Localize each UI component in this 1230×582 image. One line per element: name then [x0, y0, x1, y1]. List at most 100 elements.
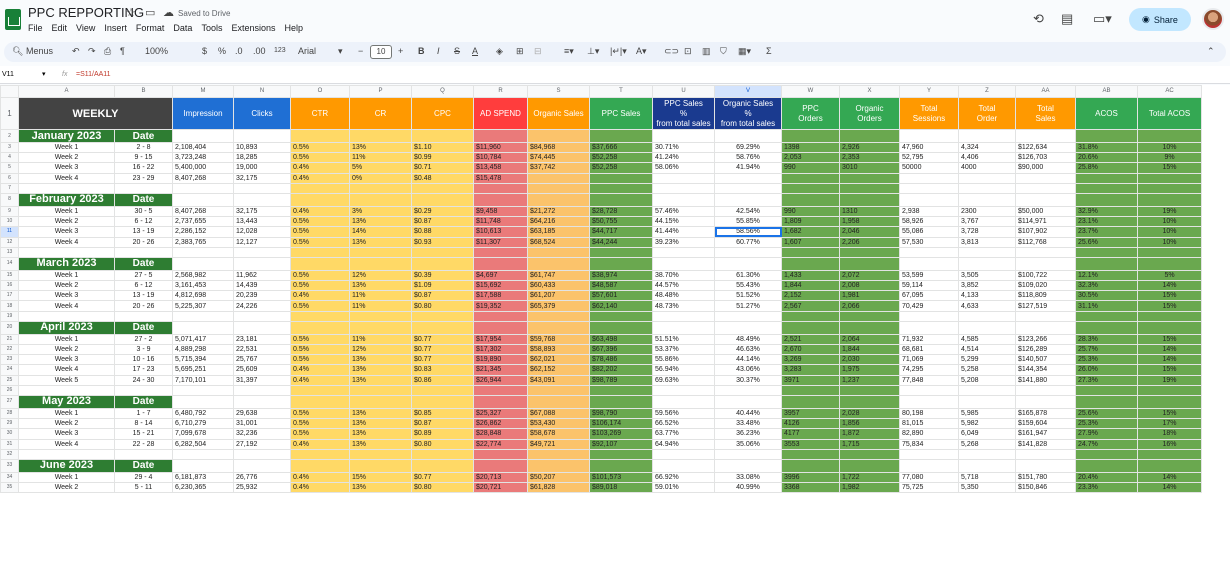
cell[interactable] [839, 384, 900, 396]
cell[interactable] [349, 384, 412, 396]
cell-aa[interactable]: $165,878 [1015, 407, 1076, 420]
decrease-font-size-icon[interactable]: − [358, 46, 363, 56]
cell-z[interactable]: 3,728 [958, 226, 1016, 238]
cell[interactable] [1137, 458, 1202, 473]
cell-ac[interactable]: 18% [1137, 428, 1202, 440]
menu-view[interactable]: View [74, 22, 97, 34]
cell[interactable] [589, 192, 653, 207]
fill-color-icon[interactable]: ◈ [496, 46, 503, 57]
row-number[interactable]: 9 [0, 205, 19, 218]
cell-y[interactable]: 53,599 [899, 269, 959, 282]
cell-s[interactable]: $58,678 [527, 428, 590, 440]
cell-x[interactable]: 2,206 [839, 236, 900, 248]
cell-aa[interactable]: $144,354 [1015, 364, 1076, 376]
cell-o[interactable]: 0.5% [290, 418, 350, 430]
cell[interactable] [839, 129, 900, 143]
cell-r[interactable]: $17,302 [473, 343, 528, 356]
cell-v[interactable]: 51.27% [714, 300, 782, 312]
cell-n[interactable]: 18,285 [233, 152, 291, 164]
cell-v[interactable]: 69.29% [714, 141, 782, 154]
cell-s[interactable]: $68,524 [527, 236, 590, 248]
cell[interactable] [527, 192, 590, 207]
cell-o[interactable]: 0.5% [290, 428, 350, 440]
row-number[interactable]: 16 [0, 280, 19, 292]
cell-v[interactable] [714, 172, 782, 184]
italic-icon[interactable]: I [437, 46, 440, 56]
cell[interactable] [172, 458, 234, 473]
cell-q[interactable]: $0.87 [411, 290, 474, 302]
cell[interactable] [589, 256, 653, 271]
cell-q[interactable]: $1.09 [411, 280, 474, 292]
cell-m[interactable]: 8,407,268 [172, 172, 234, 184]
cell-m[interactable]: 6,480,792 [172, 407, 234, 420]
cell-s[interactable]: $59,768 [527, 333, 590, 346]
cell-z[interactable] [958, 172, 1016, 184]
cell-b[interactable]: 1 - 7 [114, 407, 173, 420]
cell-s[interactable]: $61,747 [527, 269, 590, 282]
cell[interactable] [781, 384, 840, 396]
cell[interactable] [1075, 448, 1138, 460]
date-label[interactable]: Date [114, 394, 173, 409]
cell-y[interactable]: 74,295 [899, 364, 959, 376]
vertical-align-icon[interactable]: ⊥▾ [587, 46, 599, 57]
cell[interactable] [473, 256, 528, 271]
cell-p[interactable]: 14% [349, 226, 412, 238]
star-icon[interactable]: ☆ [126, 6, 136, 19]
cell-o[interactable]: 0.5% [290, 280, 350, 292]
cell[interactable] [1075, 384, 1138, 396]
cell-ab[interactable]: 25.3% [1075, 354, 1138, 366]
cell-t[interactable]: $57,601 [589, 290, 653, 302]
cell[interactable] [1075, 320, 1138, 335]
cell-t[interactable]: $28,728 [589, 205, 653, 218]
menu-help[interactable]: Help [282, 22, 305, 34]
menu-edit[interactable]: Edit [50, 22, 70, 34]
cell-x[interactable]: 2,064 [839, 333, 900, 346]
cell-ac[interactable]: 10% [1137, 216, 1202, 228]
cell-p[interactable]: 13% [349, 236, 412, 248]
cell-aa[interactable]: $141,880 [1015, 374, 1076, 386]
cell-r[interactable]: $9,458 [473, 205, 528, 218]
cell[interactable] [172, 320, 234, 335]
cell-o[interactable]: 0.5% [290, 300, 350, 312]
cell-r[interactable]: $17,588 [473, 290, 528, 302]
cell-w[interactable]: 2,152 [781, 290, 840, 302]
cell-y[interactable]: 75,725 [899, 482, 959, 494]
cell-m[interactable]: 2,568,982 [172, 269, 234, 282]
cell[interactable] [233, 246, 291, 258]
cell[interactable] [290, 182, 350, 194]
cell-r[interactable]: $19,890 [473, 354, 528, 366]
cell-v[interactable]: 60.77% [714, 236, 782, 248]
cell[interactable] [18, 310, 115, 322]
cell-m[interactable]: 8,407,268 [172, 205, 234, 218]
cell-t[interactable]: $62,140 [589, 300, 653, 312]
cell-p[interactable]: 13% [349, 482, 412, 494]
cell-m[interactable]: 6,230,365 [172, 482, 234, 494]
cell-b[interactable]: 3 - 9 [114, 343, 173, 356]
row-number[interactable]: 23 [0, 354, 19, 366]
cell-a[interactable]: Week 3 [18, 290, 115, 302]
row-number[interactable]: 20 [0, 320, 19, 335]
cell[interactable] [899, 182, 959, 194]
cell[interactable] [18, 246, 115, 258]
column-header-w[interactable]: W [781, 85, 840, 98]
cell[interactable] [714, 448, 782, 460]
cell-u[interactable]: 51.51% [652, 333, 715, 346]
name-box[interactable]: V11 [2, 71, 14, 78]
cell-aa[interactable]: $90,000 [1015, 162, 1076, 174]
cell-p[interactable]: 13% [349, 141, 412, 154]
cell-y[interactable] [899, 172, 959, 184]
cell[interactable] [958, 320, 1016, 335]
cell-ab[interactable] [1075, 172, 1138, 184]
cell-z[interactable]: 3,852 [958, 280, 1016, 292]
cell-b[interactable]: 30 - 5 [114, 205, 173, 218]
cell[interactable] [714, 310, 782, 322]
cell[interactable] [589, 448, 653, 460]
cell[interactable] [1015, 256, 1076, 271]
cell-v[interactable]: 51.52% [714, 290, 782, 302]
header-cell-y[interactable]: Total Sessions [899, 97, 959, 130]
cell[interactable] [714, 320, 782, 335]
cell-w[interactable]: 2,567 [781, 300, 840, 312]
cell[interactable] [1015, 320, 1076, 335]
cell-r[interactable]: $13,458 [473, 162, 528, 174]
cell-w[interactable]: 2,670 [781, 343, 840, 356]
